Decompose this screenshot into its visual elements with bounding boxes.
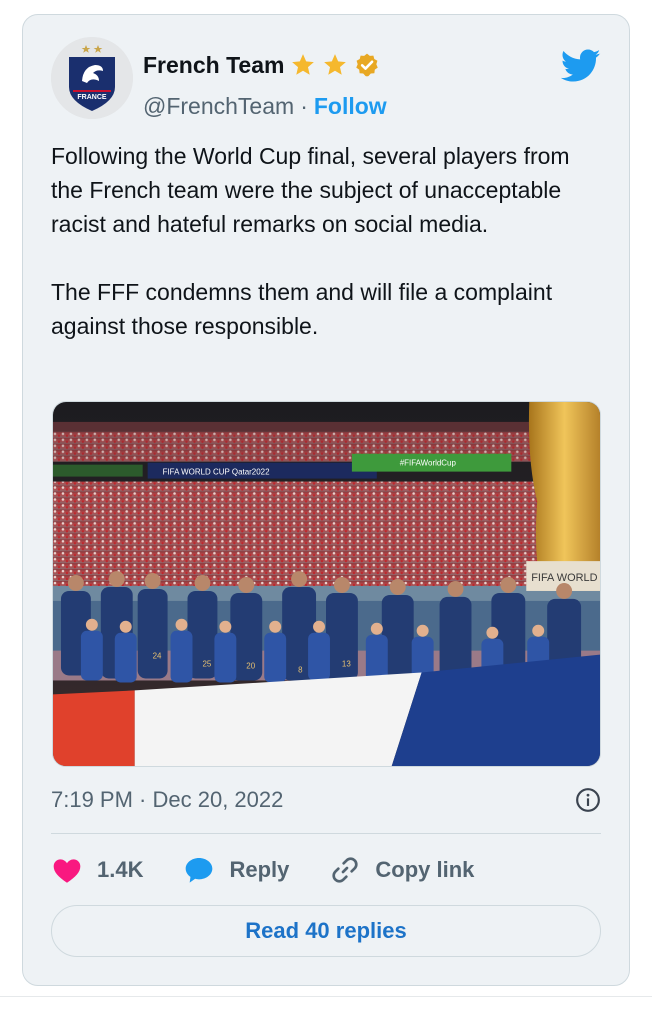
copy-link-button[interactable]: Copy link xyxy=(329,854,474,886)
twitter-logo-icon[interactable] xyxy=(561,49,601,83)
info-icon[interactable] xyxy=(575,787,601,813)
reply-label: Reply xyxy=(229,857,290,882)
follow-button[interactable]: Follow xyxy=(314,93,387,120)
verified-badge-icon xyxy=(356,53,379,77)
copy-link-label: Copy link xyxy=(375,857,475,882)
reply-bubble-icon xyxy=(186,858,213,883)
link-icon xyxy=(332,857,359,883)
name-row: French Team xyxy=(143,49,380,81)
meta-row: 7:19 PM · Dec 20, 2022 xyxy=(51,785,601,815)
handle[interactable]: @FrenchTeam xyxy=(143,93,294,120)
action-bar: 1.4K Reply Copy link xyxy=(51,850,601,890)
tweet-text: Following the World Cup final, several p… xyxy=(51,143,570,339)
trophy-banner: FIFA WORLD CUP xyxy=(531,572,600,584)
display-name[interactable]: French Team xyxy=(143,52,284,79)
reply-button[interactable]: Reply xyxy=(183,854,289,886)
hashtag-banner: #FIFAWorldCup xyxy=(400,459,457,468)
avatar[interactable]: FRANCE xyxy=(51,37,133,119)
team-photo: FIFA WORLD CUP Qatar2022 #FIFAWorldCup F… xyxy=(53,402,600,766)
timestamp[interactable]: 7:19 PM · Dec 20, 2022 xyxy=(51,787,283,813)
shirt-number: 20 xyxy=(246,662,255,671)
separator: · xyxy=(300,93,308,119)
star-icon xyxy=(292,54,315,75)
shirt-number: 8 xyxy=(298,666,303,675)
tweet-header: FRANCE French Team @FrenchTeam · Follow xyxy=(51,37,601,121)
tweet-card: FRANCE French Team @FrenchTeam · Follow … xyxy=(22,14,630,986)
tweet-media[interactable]: FIFA WORLD CUP Qatar2022 #FIFAWorldCup F… xyxy=(52,401,601,767)
handle-row: @FrenchTeam · Follow xyxy=(143,93,387,120)
avatar-text: FRANCE xyxy=(77,94,106,101)
divider xyxy=(51,833,601,834)
star-icon xyxy=(324,54,347,75)
stadium-banner: FIFA WORLD CUP Qatar2022 xyxy=(163,468,270,477)
shirt-number: 25 xyxy=(202,660,211,669)
heart-icon xyxy=(53,859,81,883)
page-divider xyxy=(0,996,652,997)
like-button[interactable]: 1.4K xyxy=(51,854,143,886)
shirt-number: 24 xyxy=(153,652,162,661)
shirt-number: 13 xyxy=(342,660,351,669)
like-count: 1.4K xyxy=(97,857,144,882)
read-replies-button[interactable]: Read 40 replies xyxy=(51,905,601,957)
